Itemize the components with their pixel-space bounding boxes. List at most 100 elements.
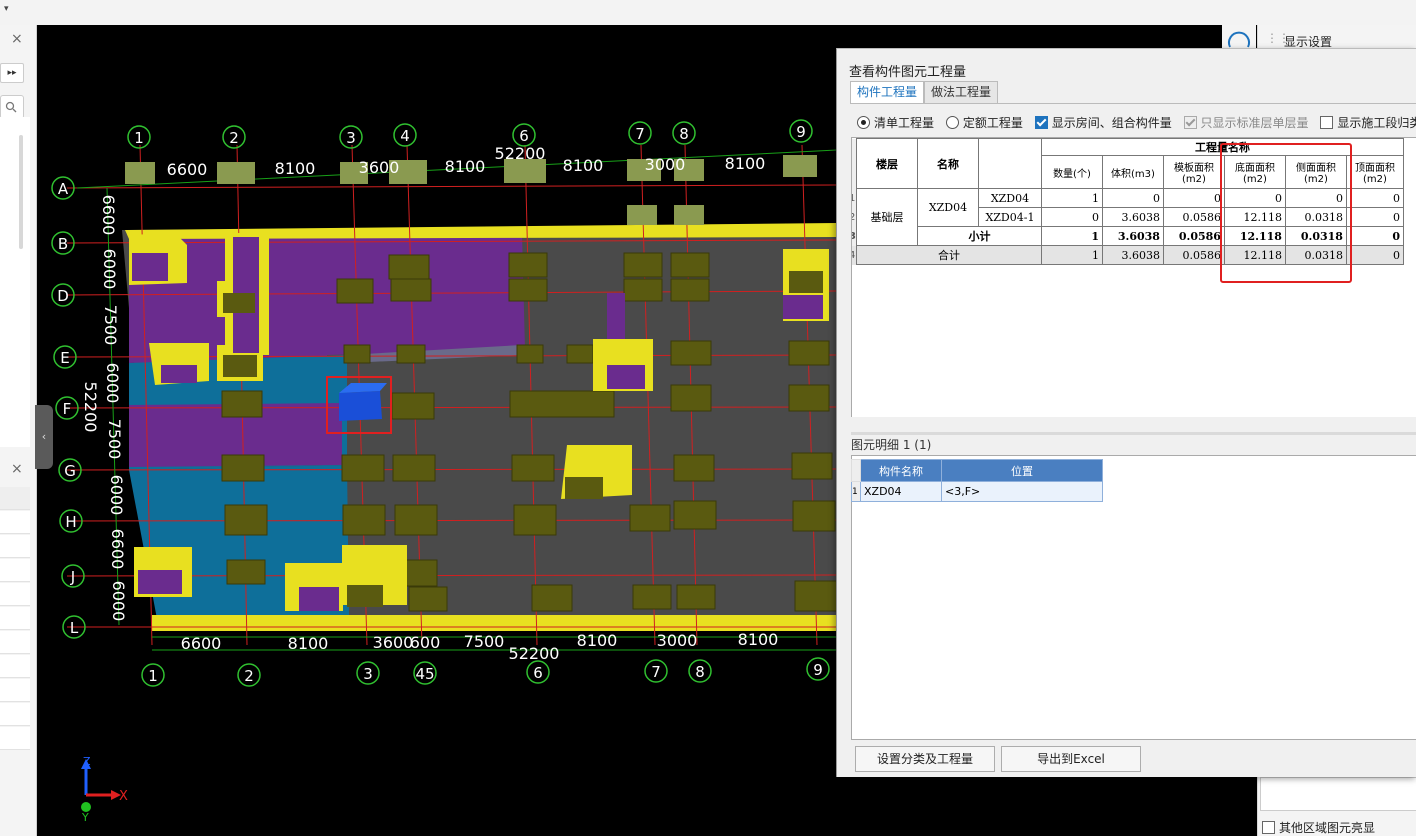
highlight-other-checkbox[interactable]: 其他区域图元亮显 bbox=[1262, 819, 1375, 836]
list-row[interactable] bbox=[0, 535, 30, 558]
axis-label: 6 bbox=[519, 127, 529, 145]
dimension: 6600 bbox=[99, 195, 118, 236]
options-row: 清单工程量 定额工程量 显示房间、组合构件量 只显示标准层单层量 显示施工段归类 bbox=[857, 114, 1416, 131]
axis-label: J bbox=[70, 568, 75, 586]
axis-label: B bbox=[58, 235, 68, 253]
list-row[interactable] bbox=[0, 487, 30, 510]
svg-text:X: X bbox=[119, 789, 128, 804]
dropdown-arrow-icon[interactable]: ▾ bbox=[4, 4, 9, 14]
top-toolbar: ▾ bbox=[0, 0, 1416, 26]
dimension: 8100 bbox=[577, 631, 618, 650]
table-row[interactable]: 1 XZD04 <3,F> bbox=[851, 481, 1103, 502]
detail-table[interactable]: 构件名称 位置 1 XZD04 <3,F> bbox=[851, 455, 1416, 740]
axis-label: A bbox=[58, 180, 69, 198]
axis-label: D bbox=[57, 287, 69, 305]
axis-label: 3 bbox=[363, 665, 373, 683]
dimension: 6000 bbox=[107, 475, 126, 516]
axis-label: E bbox=[60, 349, 69, 367]
header-top-area: 顶面面积(m2) bbox=[1345, 155, 1404, 189]
list-row[interactable] bbox=[0, 559, 30, 582]
quota-quantity-radio[interactable]: 定额工程量 bbox=[945, 116, 1023, 130]
list-row[interactable] bbox=[0, 679, 30, 702]
axis-label: 1 bbox=[148, 667, 158, 685]
axis-label: H bbox=[65, 513, 76, 531]
highlight-annotation bbox=[1220, 143, 1352, 283]
scrollbar[interactable] bbox=[19, 135, 23, 249]
export-excel-button[interactable]: 导出到Excel bbox=[1001, 746, 1141, 772]
settings-list bbox=[1260, 777, 1416, 811]
dimension: 8100 bbox=[288, 634, 329, 653]
axis-label: 3 bbox=[346, 129, 356, 147]
left-panel: × ▸▸ × bbox=[0, 25, 37, 836]
list-row[interactable] bbox=[0, 655, 30, 678]
axis-label: F bbox=[63, 400, 72, 418]
axis-label: L bbox=[70, 619, 79, 637]
axis-label: 45 bbox=[415, 665, 434, 683]
tab-component-quantity[interactable]: 构件工程量 bbox=[850, 81, 925, 103]
tab-method-quantity[interactable]: 做法工程量 bbox=[924, 81, 999, 103]
list-row[interactable] bbox=[0, 583, 30, 606]
axis-label: 2 bbox=[244, 667, 254, 685]
set-category-button[interactable]: 设置分类及工程量 bbox=[855, 746, 995, 772]
dimension: 6600 bbox=[108, 529, 127, 570]
dimension: 8100 bbox=[738, 630, 779, 649]
checkbox-icon bbox=[1262, 821, 1275, 834]
dimension: 8100 bbox=[275, 159, 316, 178]
dimension: 7500 bbox=[464, 632, 505, 651]
dimension: 6600 bbox=[167, 160, 208, 179]
axis-label: 7 bbox=[651, 663, 661, 681]
dimension: 6600 bbox=[181, 634, 222, 653]
header-floor: 楼层 bbox=[855, 138, 918, 189]
axis-label: G bbox=[64, 462, 76, 480]
dimension: 600 bbox=[410, 633, 441, 652]
axis-label: 6 bbox=[533, 664, 543, 682]
close-icon[interactable]: × bbox=[11, 461, 23, 477]
construction-stage-checkbox[interactable]: 显示施工段归类 bbox=[1320, 116, 1416, 130]
axis-triad: Z X Y bbox=[81, 755, 128, 824]
dimension: 3000 bbox=[645, 155, 686, 174]
svg-text:Z: Z bbox=[83, 755, 91, 768]
dimension: 3600 bbox=[359, 158, 400, 177]
axis-label: 1 bbox=[134, 129, 144, 147]
name-cell: XZD04 bbox=[916, 188, 979, 227]
dimension: 3600 bbox=[373, 633, 414, 652]
axis-label: 8 bbox=[695, 663, 705, 681]
list-quantity-radio[interactable]: 清单工程量 bbox=[857, 116, 934, 130]
dimension: 3000 bbox=[657, 631, 698, 650]
axis-label: 2 bbox=[229, 129, 239, 147]
dimension: 52200 bbox=[495, 144, 546, 163]
header-name: 名称 bbox=[916, 138, 979, 189]
standard-floor-checkbox[interactable]: 只显示标准层单层量 bbox=[1183, 116, 1309, 130]
header-count: 数量(个) bbox=[1040, 155, 1103, 189]
search-icon bbox=[5, 101, 17, 113]
axis-label: 9 bbox=[796, 123, 806, 141]
list-row[interactable] bbox=[0, 727, 30, 750]
close-icon[interactable]: × bbox=[11, 31, 23, 47]
dialog-title: 查看构件图元工程量 bbox=[849, 65, 967, 80]
header-position: 位置 bbox=[941, 459, 1103, 482]
show-rooms-checkbox[interactable]: 显示房间、组合构件量 bbox=[1034, 116, 1172, 130]
list-row[interactable] bbox=[0, 607, 30, 630]
dimension: 7500 bbox=[101, 305, 120, 346]
search-button[interactable] bbox=[0, 95, 24, 119]
tree-area bbox=[0, 117, 30, 447]
list-row[interactable] bbox=[0, 631, 30, 654]
axis-label: 8 bbox=[679, 125, 689, 143]
axis-label: 9 bbox=[813, 661, 823, 679]
selected-footing bbox=[339, 391, 382, 421]
dimension: 6000 bbox=[103, 363, 122, 404]
dimension: 6000 bbox=[109, 581, 128, 622]
list-row[interactable] bbox=[0, 703, 30, 726]
detail-label: 图元明细 1 (1) bbox=[851, 438, 932, 452]
floor-cell: 基础层 bbox=[855, 188, 918, 246]
collapse-panel-tab[interactable]: ‹ bbox=[35, 405, 53, 469]
dimension: 8100 bbox=[563, 156, 604, 175]
dimension: 8100 bbox=[445, 157, 486, 176]
splitter[interactable] bbox=[851, 432, 1416, 435]
axis-label: 4 bbox=[400, 127, 410, 145]
list-row[interactable] bbox=[0, 511, 30, 534]
svg-text:Y: Y bbox=[81, 811, 89, 824]
header-component-name: 构件名称 bbox=[860, 459, 942, 482]
expand-button[interactable]: ▸▸ bbox=[0, 63, 24, 83]
horizontal-scrollbar[interactable] bbox=[851, 417, 1416, 431]
